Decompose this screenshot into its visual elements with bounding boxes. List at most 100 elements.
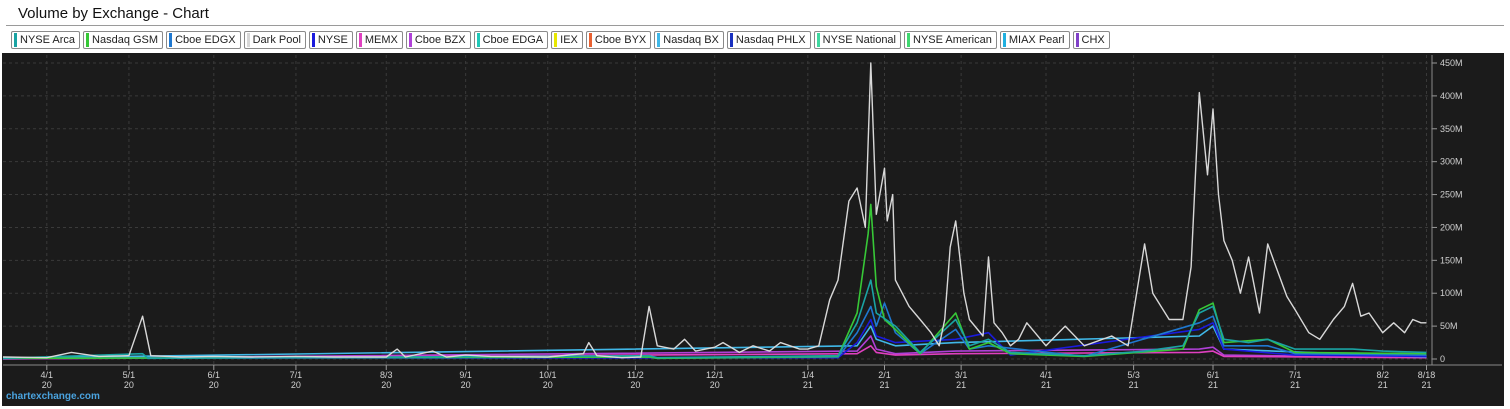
legend-label: NYSE <box>317 34 348 46</box>
legend-item-dark-pool[interactable]: Dark Pool <box>243 31 306 49</box>
legend-item-cboe-byx[interactable]: Cboe BYX <box>585 31 652 49</box>
y-tick-label: 250M <box>1440 190 1463 200</box>
x-tick-label: 4/1 <box>1040 370 1053 380</box>
legend-label: IEX <box>560 34 578 46</box>
legend-item-cboe-edgx[interactable]: Cboe EDGX <box>166 31 241 49</box>
legend: NYSE Arca Nasdaq GSM Cboe EDGX Dark Pool NYS… <box>11 31 1110 51</box>
x-tick-label: 8/2 <box>1376 370 1389 380</box>
y-tick-label: 50M <box>1440 321 1458 331</box>
x-tick-label-year: 21 <box>956 380 966 390</box>
legend-item-nyse-american[interactable]: NYSE American <box>904 31 997 49</box>
x-tick-label-year: 21 <box>1290 380 1300 390</box>
x-tick-label: 1/4 <box>802 370 815 380</box>
series-line-nasdaq-gsm <box>2 203 1427 360</box>
y-tick-label: 450M <box>1440 58 1463 68</box>
legend-label: Cboe BZX <box>414 34 466 46</box>
legend-label: NYSE American <box>913 34 992 46</box>
x-tick-label-year: 20 <box>124 380 134 390</box>
legend-label: CHX <box>1081 34 1105 46</box>
y-tick-label: 200M <box>1440 222 1463 232</box>
x-tick-label: 5/3 <box>1127 370 1140 380</box>
legend-label: NYSE Arca <box>20 34 76 46</box>
x-tick-label: 6/1 <box>1207 370 1220 380</box>
legend-swatch <box>476 33 480 47</box>
y-tick-label: 150M <box>1440 255 1463 265</box>
y-tick-label: 300M <box>1440 157 1463 167</box>
x-tick-label: 4/1 <box>41 370 54 380</box>
watermark[interactable]: chartexchange.com <box>6 391 100 402</box>
x-tick-label: 11/2 <box>627 370 644 380</box>
legend-swatch <box>554 33 558 47</box>
x-tick-label: 5/1 <box>123 370 136 380</box>
x-tick-label: 7/1 <box>290 370 303 380</box>
legend-label: Nasdaq BX <box>663 34 719 46</box>
legend-swatch <box>14 33 17 47</box>
legend-item-nyse-arca[interactable]: NYSE Arca <box>11 31 81 49</box>
x-tick-label: 6/1 <box>208 370 221 380</box>
x-tick-label-year: 21 <box>803 380 813 390</box>
legend-swatch <box>816 33 820 47</box>
chart-area: 0 50M 100M 150M 200M 250M 300M 350M 400M 450M 4/1 2… <box>2 53 1504 406</box>
legend-label: Cboe BYX <box>594 34 647 46</box>
x-tick-label-year: 20 <box>381 380 391 390</box>
x-tick-label-year: 20 <box>42 380 52 390</box>
x-tick-label: 3/1 <box>955 370 968 380</box>
legend-label: Nasdaq GSM <box>92 34 159 46</box>
legend-swatch <box>86 33 90 47</box>
legend-label: Cboe EDGX <box>175 34 236 46</box>
legend-swatch <box>588 33 592 47</box>
chart-svg: 050M100M150M200M250M300M350M400M450M4/12… <box>2 55 1502 390</box>
legend-swatch <box>408 33 412 47</box>
legend-swatch <box>358 33 362 47</box>
legend-label: Nasdaq PHLX <box>735 34 806 46</box>
y-tick-label: 400M <box>1440 91 1463 101</box>
x-tick-label: 12/1 <box>706 370 724 380</box>
legend-label: MIAX Pearl <box>1008 34 1065 46</box>
x-tick-label: 8/18 <box>1418 370 1436 380</box>
x-tick-label-year: 20 <box>461 380 471 390</box>
legend-item-nyse-national[interactable]: NYSE National <box>813 31 901 49</box>
legend-item-cboe-edga[interactable]: Cboe EDGA <box>473 31 549 49</box>
x-tick-label-year: 20 <box>543 380 553 390</box>
legend-swatch <box>657 33 661 47</box>
x-tick-label-year: 21 <box>1378 380 1388 390</box>
legend-item-nasdaq-gsm[interactable]: Nasdaq GSM <box>83 31 164 49</box>
legend-label: MEMX <box>364 34 398 46</box>
x-tick-label-year: 20 <box>209 380 219 390</box>
x-tick-label: 7/1 <box>1289 370 1302 380</box>
legend-item-chx[interactable]: CHX <box>1072 31 1110 49</box>
x-tick-label: 9/1 <box>459 370 472 380</box>
legend-item-cboe-bzx[interactable]: Cboe BZX <box>405 31 471 49</box>
chart-title: Volume by Exchange - Chart <box>18 5 209 22</box>
title-divider <box>6 25 1504 26</box>
legend-item-nasdaq-phlx[interactable]: Nasdaq PHLX <box>726 31 811 49</box>
series-line-nasdaq-bx <box>2 325 1427 360</box>
legend-swatch <box>1002 33 1006 47</box>
x-tick-label-year: 20 <box>630 380 640 390</box>
legend-swatch <box>729 33 733 47</box>
x-tick-label-year: 20 <box>710 380 720 390</box>
x-tick-label-year: 21 <box>1129 380 1139 390</box>
legend-swatch <box>246 33 250 47</box>
legend-swatch <box>311 33 315 47</box>
x-tick-label-year: 20 <box>291 380 301 390</box>
legend-swatch <box>1075 33 1079 47</box>
x-tick-label: 10/1 <box>539 370 557 380</box>
legend-swatch <box>169 33 173 47</box>
legend-item-memx[interactable]: MEMX <box>355 31 403 49</box>
legend-label: NYSE National <box>822 34 896 46</box>
x-tick-label: 2/1 <box>878 370 891 380</box>
y-tick-label: 0 <box>1440 354 1445 364</box>
legend-item-nasdaq-bx[interactable]: Nasdaq BX <box>654 31 724 49</box>
x-tick-label-year: 21 <box>879 380 889 390</box>
x-tick-label-year: 21 <box>1422 380 1432 390</box>
legend-swatch <box>907 33 910 47</box>
x-tick-label-year: 21 <box>1208 380 1218 390</box>
y-tick-label: 100M <box>1440 288 1463 298</box>
x-tick-label: 8/3 <box>380 370 393 380</box>
legend-item-nyse[interactable]: NYSE <box>308 31 353 49</box>
legend-label: Dark Pool <box>252 34 301 46</box>
legend-item-miax-pearl[interactable]: MIAX Pearl <box>999 31 1070 49</box>
legend-label: Cboe EDGA <box>482 34 544 46</box>
legend-item-iex[interactable]: IEX <box>551 31 583 49</box>
